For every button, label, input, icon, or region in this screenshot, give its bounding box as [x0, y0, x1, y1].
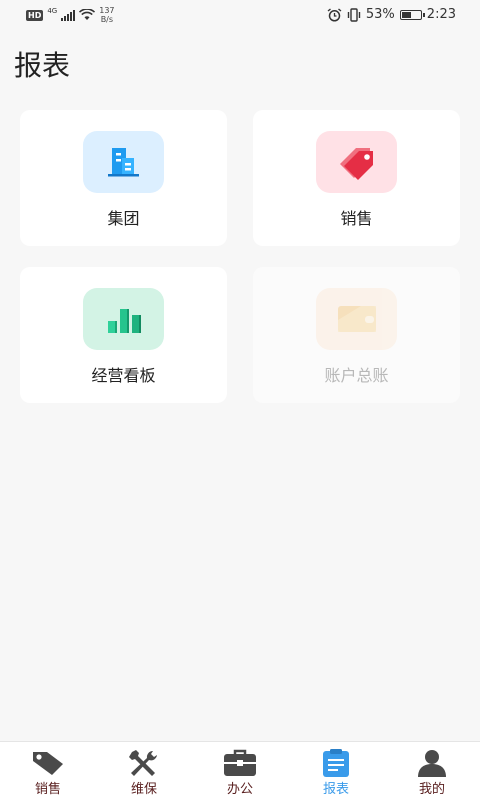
battery-icon [399, 9, 425, 20]
nav-item-mine[interactable]: 我的 [384, 742, 480, 800]
card-icon-box [83, 288, 164, 350]
bar-chart-icon [107, 309, 141, 333]
nav-label: 维保 [130, 782, 157, 797]
nav-item-maintenance[interactable]: 维保 [96, 742, 192, 800]
network-speed: 137 B/s [99, 6, 114, 24]
network-speed-unit: B/s [100, 15, 114, 24]
nav-item-reports[interactable]: 报表 [288, 742, 384, 800]
network-speed-value: 137 [99, 6, 115, 15]
tag-icon [31, 749, 65, 777]
vibrate-icon [347, 7, 361, 22]
tools-icon [127, 749, 161, 777]
nav-item-office[interactable]: 办公 [192, 742, 288, 800]
hd-badge: HD [26, 9, 44, 21]
status-left: HD 4G 137 B/s [26, 6, 115, 24]
card-icon-box [316, 131, 397, 193]
card-account-ledger: 账户总账 [253, 267, 460, 403]
nav-label: 办公 [226, 782, 253, 797]
nav-label: 报表 [322, 782, 349, 797]
user-icon [415, 749, 449, 777]
card-sales[interactable]: 销售 [253, 110, 460, 246]
card-label: 销售 [340, 209, 373, 228]
network-type: 4G [47, 7, 58, 15]
price-tag-icon [339, 148, 373, 180]
report-icon [319, 749, 353, 777]
signal-icon [61, 9, 76, 21]
card-group[interactable]: 集团 [20, 110, 227, 246]
wifi-icon [79, 9, 96, 20]
card-dashboard[interactable]: 经营看板 [20, 267, 227, 403]
bottom-nav: 销售 维保 办公 报表 我的 [0, 741, 480, 800]
card-label: 集团 [107, 209, 140, 228]
nav-item-sales[interactable]: 销售 [0, 742, 96, 800]
page-title: 报表 [14, 49, 71, 82]
card-label: 经营看板 [91, 366, 156, 385]
nav-label: 销售 [34, 782, 61, 797]
battery-percent: 53% [365, 7, 395, 22]
status-bar: HD 4G 137 B/s 53% 2:23 [0, 0, 480, 32]
clock: 2:23 [426, 7, 456, 22]
status-right: 53% 2:23 [327, 7, 456, 22]
card-label: 账户总账 [324, 366, 389, 385]
building-icon [107, 148, 139, 177]
card-icon-box [316, 288, 397, 350]
wallet-card-icon [337, 306, 376, 332]
card-icon-box [83, 131, 164, 193]
battery-fill [401, 11, 411, 18]
nav-label: 我的 [418, 782, 445, 797]
alarm-icon [327, 7, 342, 22]
briefcase-icon [223, 749, 257, 777]
